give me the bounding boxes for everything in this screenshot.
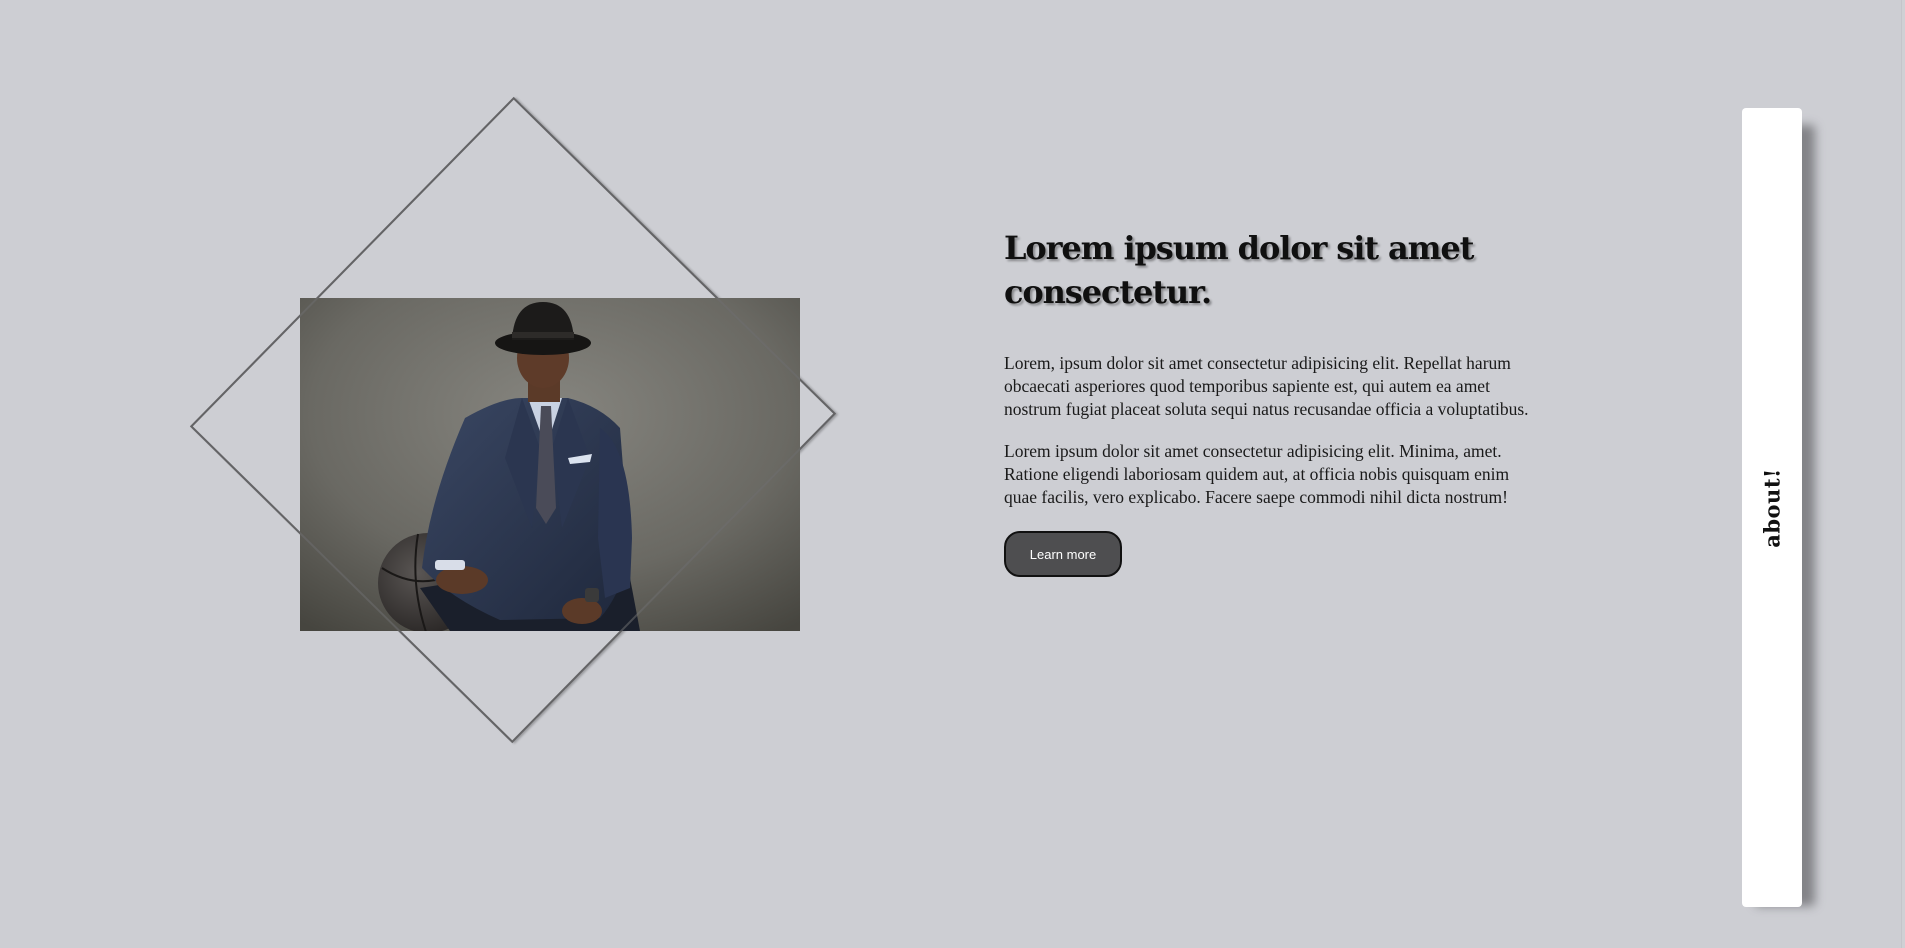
- about-tab[interactable]: about!: [1742, 108, 1802, 907]
- hero-paragraph-2: Lorem ipsum dolor sit amet consectetur a…: [1004, 441, 1510, 507]
- learn-more-button[interactable]: Learn more: [1004, 531, 1122, 577]
- scrollbar[interactable]: [1901, 0, 1905, 948]
- page: Lorem ipsum dolor sit amet consectetur. …: [0, 0, 1905, 948]
- hero-heading: Lorem ipsum dolor sit amet consectetur.: [1004, 229, 1474, 311]
- about-tab-label: about!: [1759, 468, 1785, 548]
- hero-content: Lorem ipsum dolor sit amet consectetur. …: [1004, 226, 1544, 577]
- diamond-outline-overlay: [189, 96, 837, 744]
- hero-paragraph-1: Lorem, ipsum dolor sit amet consectetur …: [1004, 353, 1529, 419]
